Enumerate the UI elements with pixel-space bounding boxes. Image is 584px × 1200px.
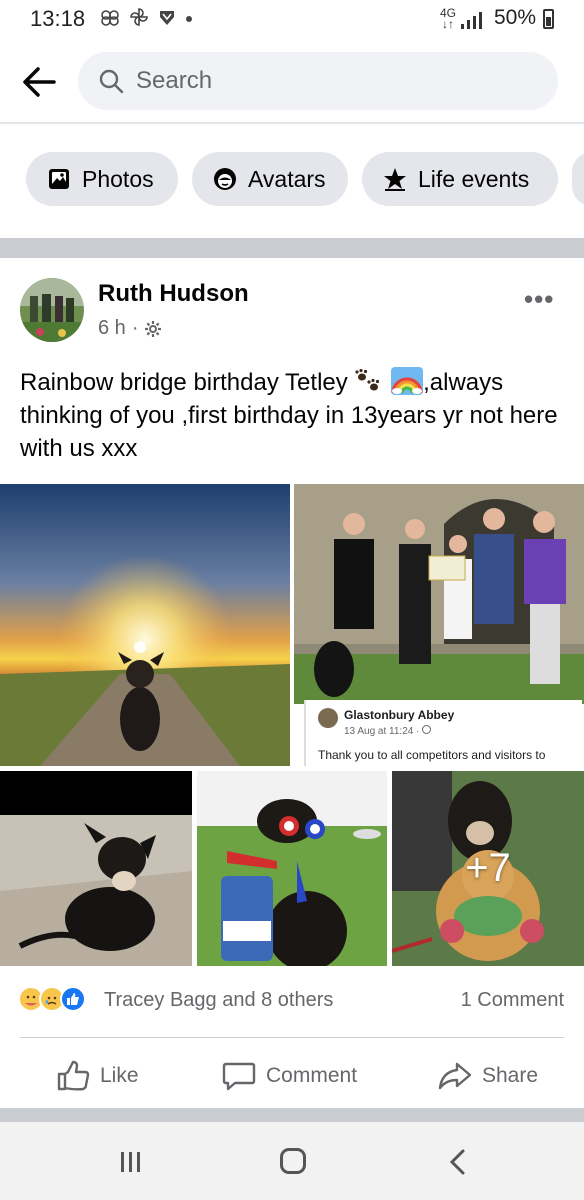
- chip-photos[interactable]: Photos: [26, 152, 178, 206]
- photo-sunset-dog[interactable]: [0, 484, 290, 766]
- chip-avatars[interactable]: Avatars: [192, 152, 348, 206]
- photos-icon: [49, 169, 69, 189]
- like-label: Like: [100, 1064, 139, 1087]
- system-navigation-bar: [0, 1122, 584, 1200]
- gear-icon: [145, 320, 162, 337]
- comment-label: Comment: [266, 1064, 358, 1087]
- shared-post-date: 13 Aug at 11:24 ·: [344, 725, 432, 737]
- back-arrow-icon: [23, 67, 56, 97]
- share-arrow-icon: [438, 1062, 472, 1090]
- chip-label: Avatars: [248, 165, 326, 192]
- search-placeholder: Search: [136, 67, 213, 94]
- status-bar: 13:18 4G ↓↑ 50%: [0, 0, 584, 40]
- search-input[interactable]: Search: [78, 52, 558, 110]
- paw-prints-icon: [355, 369, 380, 391]
- post-time[interactable]: 6 h: [98, 317, 126, 340]
- shared-page-name: Glastonbury Abbey: [344, 708, 455, 722]
- home-icon[interactable]: [280, 1148, 306, 1174]
- chip-label: Life events: [418, 165, 530, 192]
- shield-icon: [160, 11, 175, 25]
- post-text-part1: Rainbow bridge birthday Tetley: [20, 369, 355, 396]
- post-meta: 6 h ·: [98, 317, 162, 340]
- photo-dog-rosettes[interactable]: [197, 771, 387, 966]
- reaction-icons[interactable]: [18, 986, 86, 1012]
- signal-icon: [461, 12, 482, 29]
- battery-icon: [543, 9, 554, 29]
- more-photos-count: +7: [465, 846, 511, 890]
- globe-icon: [422, 725, 432, 734]
- photo-glastonbury-share[interactable]: Glastonbury Abbey 13 Aug at 11:24 · Than…: [294, 484, 584, 766]
- back-nav-icon[interactable]: [446, 1148, 470, 1176]
- section-separator: [0, 238, 584, 258]
- like-reaction-icon: [60, 986, 86, 1012]
- star-icon: [384, 168, 406, 191]
- like-button[interactable]: Like: [56, 1056, 139, 1096]
- shared-post-text: Thank you to all competitors and visitor…: [318, 748, 546, 762]
- back-button[interactable]: [20, 62, 60, 102]
- rainbow-icon: [391, 367, 424, 395]
- photo-dog-beach[interactable]: [0, 771, 192, 966]
- battery-percent: 50%: [493, 6, 536, 29]
- notification-icons: [100, 7, 193, 32]
- comment-button[interactable]: Comment: [222, 1056, 357, 1096]
- avatar-icon: [214, 168, 236, 190]
- comments-count[interactable]: 1 Comment: [461, 989, 564, 1012]
- actions-divider: [20, 1037, 564, 1038]
- post-text: Rainbow bridge birthday Tetley ,always t…: [20, 366, 564, 465]
- author-avatar[interactable]: [20, 278, 84, 342]
- comment-bubble-icon: [222, 1062, 256, 1091]
- chip-label: Photos: [82, 165, 154, 192]
- header-divider: [0, 122, 584, 124]
- chip-more[interactable]: [572, 152, 584, 206]
- network-type: 4G ↓↑: [439, 6, 456, 31]
- photo-dog-teddy[interactable]: +7: [392, 771, 584, 966]
- dot-icon: [186, 16, 193, 22]
- chip-life-events[interactable]: Life events: [362, 152, 558, 206]
- search-icon: [99, 69, 124, 94]
- page-avatar: [318, 708, 338, 728]
- share-button[interactable]: Share: [438, 1056, 538, 1096]
- post-author[interactable]: Ruth Hudson: [98, 280, 249, 308]
- share-label: Share: [482, 1064, 539, 1087]
- thumbs-up-icon: [57, 1060, 90, 1091]
- post-bottom-separator: [0, 1108, 584, 1122]
- shared-post-card[interactable]: Glastonbury Abbey 13 Aug at 11:24 · Than…: [304, 700, 582, 766]
- reactions-summary[interactable]: Tracey Bagg and 8 others: [104, 989, 333, 1012]
- recent-apps-icon[interactable]: [118, 1150, 144, 1174]
- more-options-button[interactable]: •••: [524, 284, 554, 315]
- flower-icon: [101, 10, 119, 26]
- status-time: 13:18: [30, 6, 86, 31]
- pinwheel-icon: [130, 8, 148, 26]
